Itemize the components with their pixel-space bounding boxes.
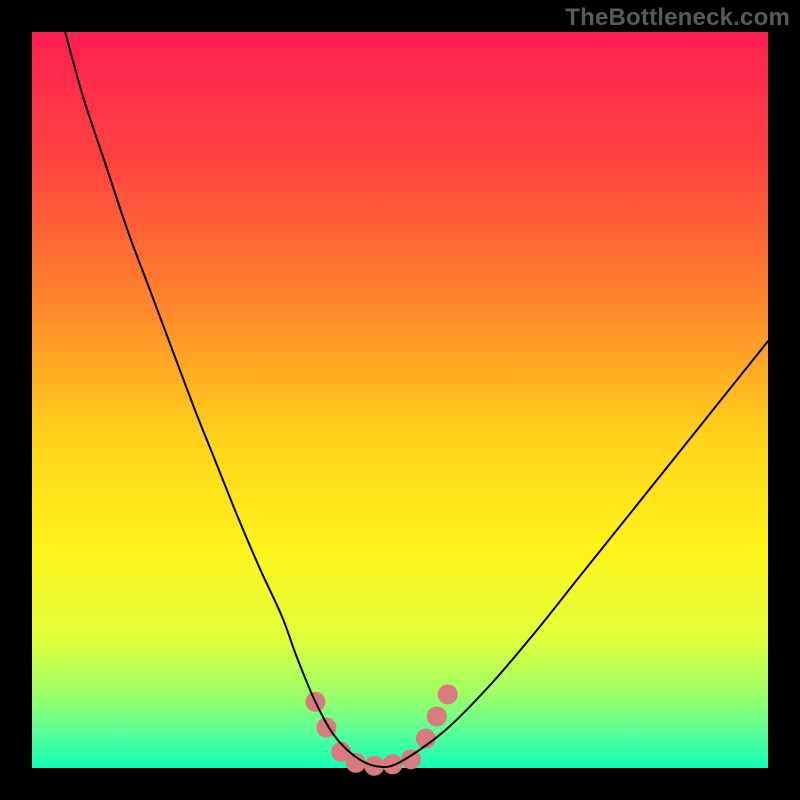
- optimal-marker: [438, 684, 458, 704]
- bottleneck-chart: [0, 0, 800, 800]
- optimal-marker: [383, 754, 403, 774]
- plot-background: [32, 32, 768, 768]
- watermark-text: TheBottleneck.com: [565, 4, 790, 32]
- chart-root: TheBottleneck.com: [0, 0, 800, 800]
- optimal-marker: [427, 707, 447, 727]
